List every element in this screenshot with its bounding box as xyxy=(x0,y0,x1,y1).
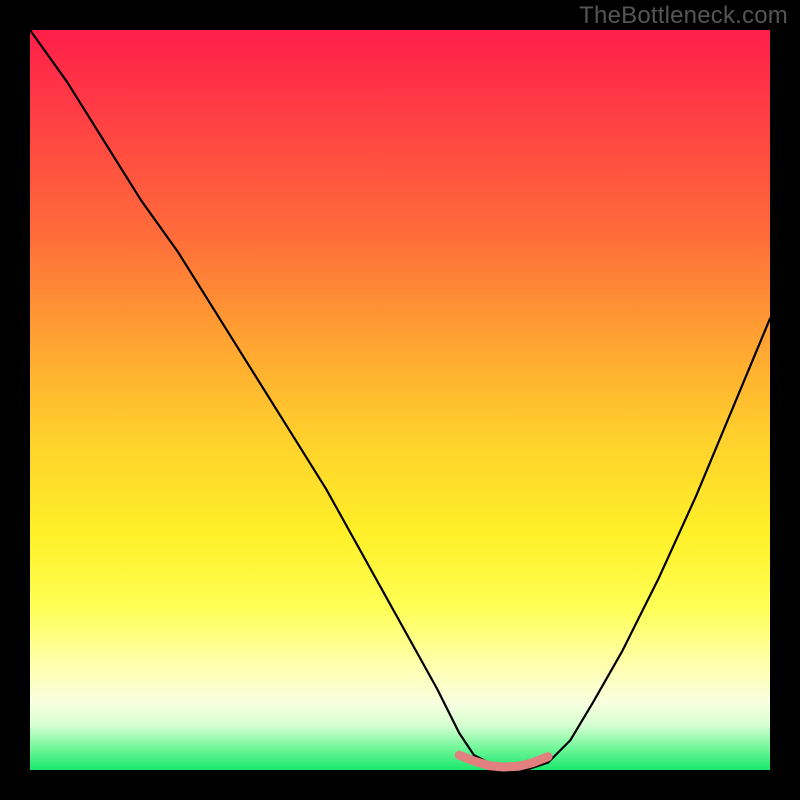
curve-layer xyxy=(30,30,770,770)
sweet-spot-segment xyxy=(459,755,548,767)
bottleneck-curve xyxy=(30,30,770,770)
plot-area xyxy=(30,30,770,770)
watermark-label: TheBottleneck.com xyxy=(579,2,788,30)
chart-frame: TheBottleneck.com xyxy=(0,0,800,800)
